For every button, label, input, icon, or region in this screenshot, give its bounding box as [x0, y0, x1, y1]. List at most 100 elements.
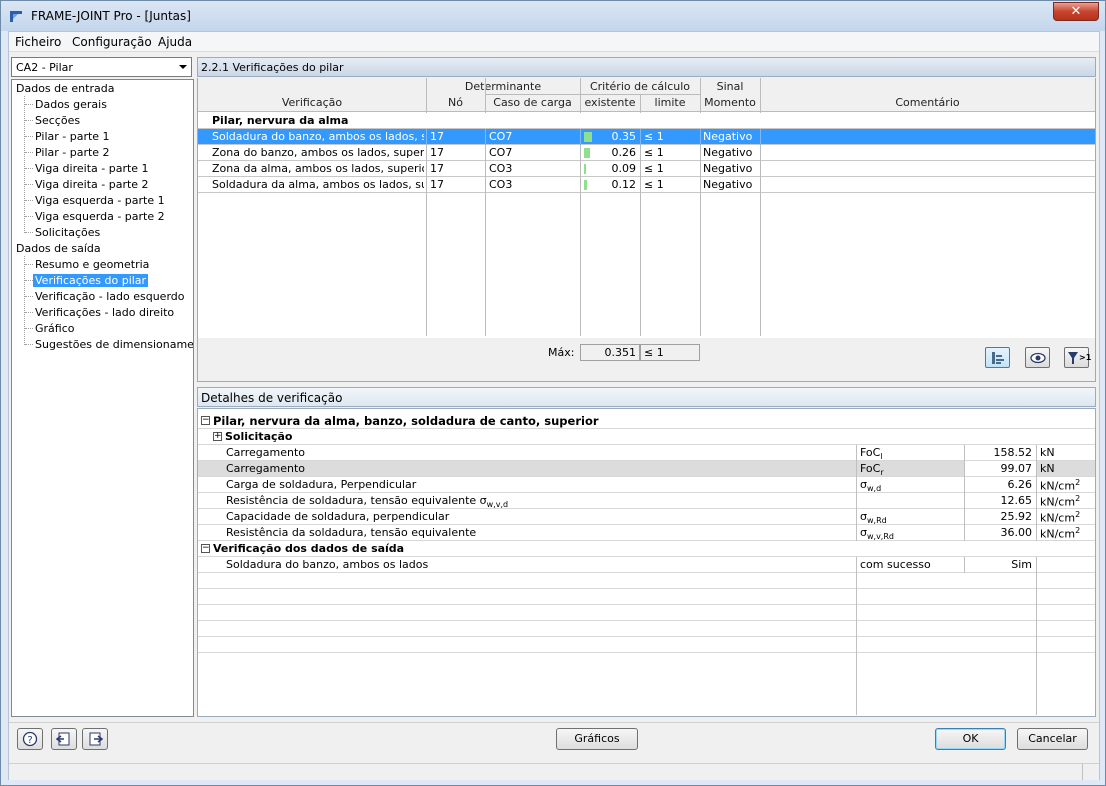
- tree-item-verificacoes-pilar[interactable]: Verificações do pilar: [33, 274, 149, 287]
- details-row-symbol-text: FoC: [860, 462, 881, 475]
- details-row-symbol-text: σ: [860, 478, 867, 491]
- bottom-bar: ? Gráficos OK Cancelar: [9, 722, 1099, 762]
- tree-item-lado-direito[interactable]: Verificações - lado direito: [35, 306, 174, 319]
- menu-configuracao[interactable]: Configuração: [72, 35, 152, 49]
- table-row[interactable]: Soldadura do banzo, ambos os lados, supe…: [198, 129, 1095, 145]
- tree-item-viga-esquerda-1[interactable]: Viga esquerda - parte 1: [35, 194, 165, 207]
- main-window: FRAME-JOINT Pro - [Juntas] ✕ Ficheiro Co…: [0, 0, 1106, 786]
- details-row-symbol: σw,d: [860, 478, 881, 493]
- tree-item-viga-direita-1[interactable]: Viga direita - parte 1: [35, 162, 149, 175]
- details-table: − Pilar, nervura da alma, banzo, soldadu…: [197, 408, 1096, 717]
- tree-item-dados-gerais[interactable]: Dados gerais: [35, 98, 107, 111]
- table-title: 2.2.1 Verificações do pilar: [201, 61, 344, 74]
- tree-item-solicitacoes[interactable]: Solicitações: [35, 226, 100, 239]
- table-row[interactable]: Zona da alma, ambos os lados, superior 17…: [198, 161, 1095, 177]
- expand-icon[interactable]: +: [213, 432, 222, 441]
- max-label: Máx:: [548, 346, 575, 359]
- details-row-unit-text: kN: [1040, 446, 1055, 459]
- tree-item-grafico[interactable]: Gráfico: [35, 322, 75, 335]
- cell-verificacao: Zona do banzo, ambos os lados, superior: [212, 146, 424, 159]
- details-result-row: Soldadura do banzo, ambos os lados com s…: [198, 557, 1095, 573]
- close-button[interactable]: ✕: [1053, 2, 1099, 21]
- tree-item-viga-esquerda-2[interactable]: Viga esquerda - parte 2: [35, 210, 165, 223]
- details-row-label-text: Capacidade de soldadura, perpendicular: [226, 510, 450, 523]
- tree-item-resumo[interactable]: Resumo e geometria: [35, 258, 149, 271]
- export-button[interactable]: [51, 728, 77, 750]
- details-title-bar: Detalhes de verificação: [197, 387, 1096, 407]
- details-row-label: Carregamento: [226, 446, 305, 459]
- details-row-symbol-text: σ: [860, 510, 867, 523]
- cancel-button[interactable]: Cancelar: [1017, 728, 1088, 750]
- tree-group-input[interactable]: Dados de entrada: [16, 82, 114, 95]
- header-sinal: Sinal: [716, 80, 744, 93]
- details-row-unit-sup: 2: [1075, 510, 1081, 519]
- table-group-row: Pilar, nervura da alma: [198, 113, 1095, 129]
- tree-item-sugestoes[interactable]: Sugestões de dimensionamento: [35, 338, 193, 351]
- tree-item-viga-direita-2[interactable]: Viga direita - parte 2: [35, 178, 149, 191]
- table-chart-icon: [991, 352, 1004, 364]
- details-row-symbol: σw,Rd: [860, 510, 887, 525]
- tree-item-lado-esquerdo[interactable]: Verificação - lado esquerdo: [35, 290, 184, 303]
- details-row-unit-text: kN/cm: [1040, 511, 1076, 525]
- cell-existente: 0.09: [611, 162, 637, 175]
- details-row-unit: kN/cm2: [1040, 494, 1080, 509]
- details-row-value: 158.52: [993, 446, 1033, 459]
- tree-item-pilar-2[interactable]: Pilar - parte 2: [35, 146, 110, 159]
- details-row-unit-text: kN/cm: [1040, 527, 1076, 541]
- cell-caso: CO3: [489, 178, 513, 191]
- details-row-unit-text: kN: [1040, 462, 1055, 475]
- import-button[interactable]: [82, 728, 108, 750]
- collapse-icon[interactable]: −: [201, 544, 210, 553]
- cell-sinal: Negativo: [703, 130, 753, 143]
- menu-ficheiro[interactable]: Ficheiro: [15, 35, 61, 49]
- cell-existente: 0.12: [611, 178, 637, 191]
- table-row[interactable]: Zona do banzo, ambos os lados, superior 1…: [198, 145, 1095, 161]
- details-row-symbol: FoCr: [860, 462, 884, 477]
- details-row-value: 6.26: [1007, 478, 1033, 491]
- details-row-label: Carregamento: [226, 462, 305, 475]
- details-section-1-label: Pilar, nervura da alma, banzo, soldadura…: [213, 414, 599, 428]
- client-area: Ficheiro Configuração Ajuda CA2 - Pilar …: [8, 31, 1100, 780]
- table-row[interactable]: Soldadura da alma, ambos os lados, super…: [198, 177, 1095, 193]
- filter-button[interactable]: >1: [1064, 347, 1091, 368]
- ratio-bar: [584, 180, 587, 190]
- graficos-button[interactable]: Gráficos: [556, 728, 638, 750]
- cell-existente: 0.35: [611, 130, 637, 143]
- details-row-unit: kN/cm2: [1040, 510, 1080, 525]
- max-value: 0.351: [580, 344, 640, 361]
- details-row-symbol: σw,v,Rd: [860, 526, 894, 541]
- window-title: FRAME-JOINT Pro - [Juntas]: [31, 9, 191, 23]
- header-no: Nó: [448, 96, 463, 109]
- cell-limite: ≤ 1: [644, 178, 664, 191]
- cell-no: 17: [430, 162, 444, 175]
- tree-item-seccoes[interactable]: Secções: [35, 114, 80, 127]
- case-select[interactable]: CA2 - Pilar: [11, 57, 192, 77]
- details-row-value: 12.65: [1000, 494, 1033, 507]
- cell-verificacao: Zona da alma, ambos os lados, superior: [212, 162, 424, 175]
- details-section-1: − Pilar, nervura da alma, banzo, soldadu…: [198, 413, 1095, 429]
- details-row-unit: kN: [1040, 462, 1055, 475]
- cell-limite: ≤ 1: [644, 146, 664, 159]
- tree-group-output[interactable]: Dados de saída: [16, 242, 101, 255]
- case-select-value: CA2 - Pilar: [16, 61, 73, 74]
- header-caso: Caso de carga: [493, 96, 572, 109]
- cell-caso: CO3: [489, 162, 513, 175]
- details-row: Carga de soldadura, Perpendicular σw,d 6.2…: [198, 477, 1095, 493]
- details-row-label-text: Carregamento: [226, 462, 306, 475]
- menu-ajuda[interactable]: Ajuda: [158, 35, 192, 49]
- ratio-bar: [584, 132, 592, 142]
- details-row-value: 25.92: [1000, 510, 1033, 523]
- collapse-icon[interactable]: −: [201, 416, 210, 425]
- details-row-unit: kN/cm2: [1040, 478, 1080, 493]
- header-determinante: Determinante: [464, 80, 542, 93]
- tree-item-pilar-1[interactable]: Pilar - parte 1: [35, 130, 110, 143]
- ok-button[interactable]: OK: [935, 728, 1006, 750]
- view-button[interactable]: [1025, 347, 1050, 368]
- verification-table: Verificação Determinante Nó Caso de carg…: [197, 78, 1096, 338]
- table-chart-button[interactable]: [985, 347, 1010, 368]
- table-title-bar: 2.2.1 Verificações do pilar: [197, 57, 1096, 77]
- app-icon: [10, 11, 22, 22]
- cell-sinal: Negativo: [703, 178, 753, 191]
- cell-no: 17: [430, 178, 444, 191]
- help-button[interactable]: ?: [17, 728, 43, 750]
